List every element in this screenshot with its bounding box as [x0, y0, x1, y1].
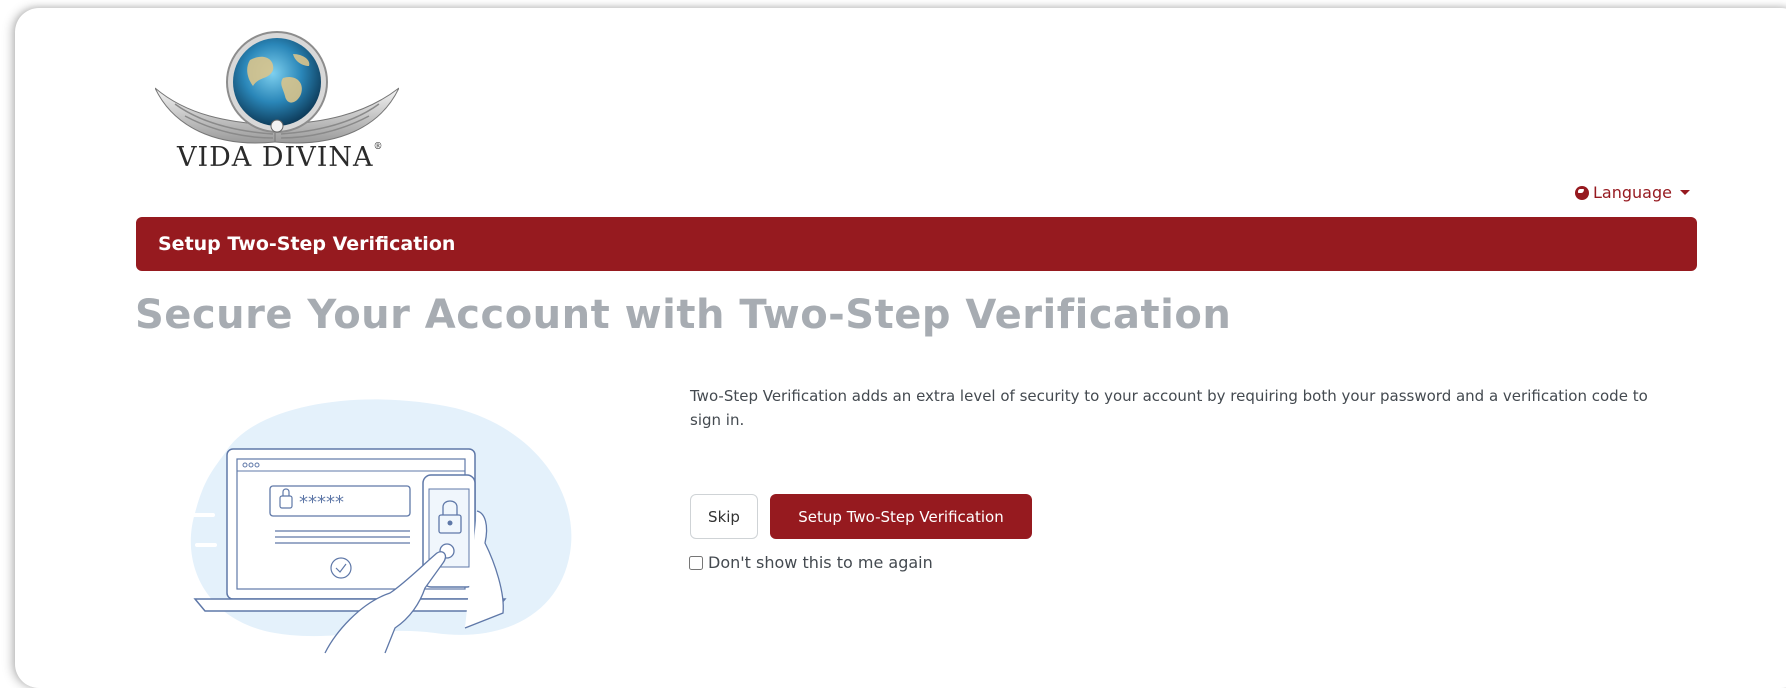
skip-button[interactable]: Skip: [690, 494, 758, 539]
registered-mark: ®: [373, 142, 384, 152]
language-label: Language: [1593, 183, 1672, 202]
page-title: Secure Your Account with Two-Step Verifi…: [135, 292, 1232, 338]
logo-wordmark: VIDA DIVINA: [177, 142, 374, 173]
vida-divina-logo: VIDA DIVINA®: [155, 30, 399, 180]
dont-show-again-option[interactable]: Don't show this to me again: [689, 553, 933, 572]
dont-show-again-label: Don't show this to me again: [708, 553, 933, 572]
chevron-down-icon: [1679, 190, 1690, 195]
svg-text:*****: *****: [299, 492, 344, 513]
language-dropdown[interactable]: Language: [1575, 183, 1690, 202]
page-banner: Setup Two-Step Verification: [136, 217, 1697, 271]
globe-icon: [1575, 185, 1589, 200]
two-step-illustration: *****: [185, 399, 572, 654]
logo-text: VIDA DIVINA®: [177, 142, 383, 173]
description-text: Two-Step Verification adds an extra leve…: [690, 387, 1648, 429]
app-window: VIDA DIVINA® Language Setup Two-Step Ver…: [15, 8, 1786, 688]
dont-show-again-checkbox[interactable]: [689, 555, 703, 570]
setup-two-step-button[interactable]: Setup Two-Step Verification: [770, 494, 1032, 539]
banner-title: Setup Two-Step Verification: [158, 233, 456, 255]
